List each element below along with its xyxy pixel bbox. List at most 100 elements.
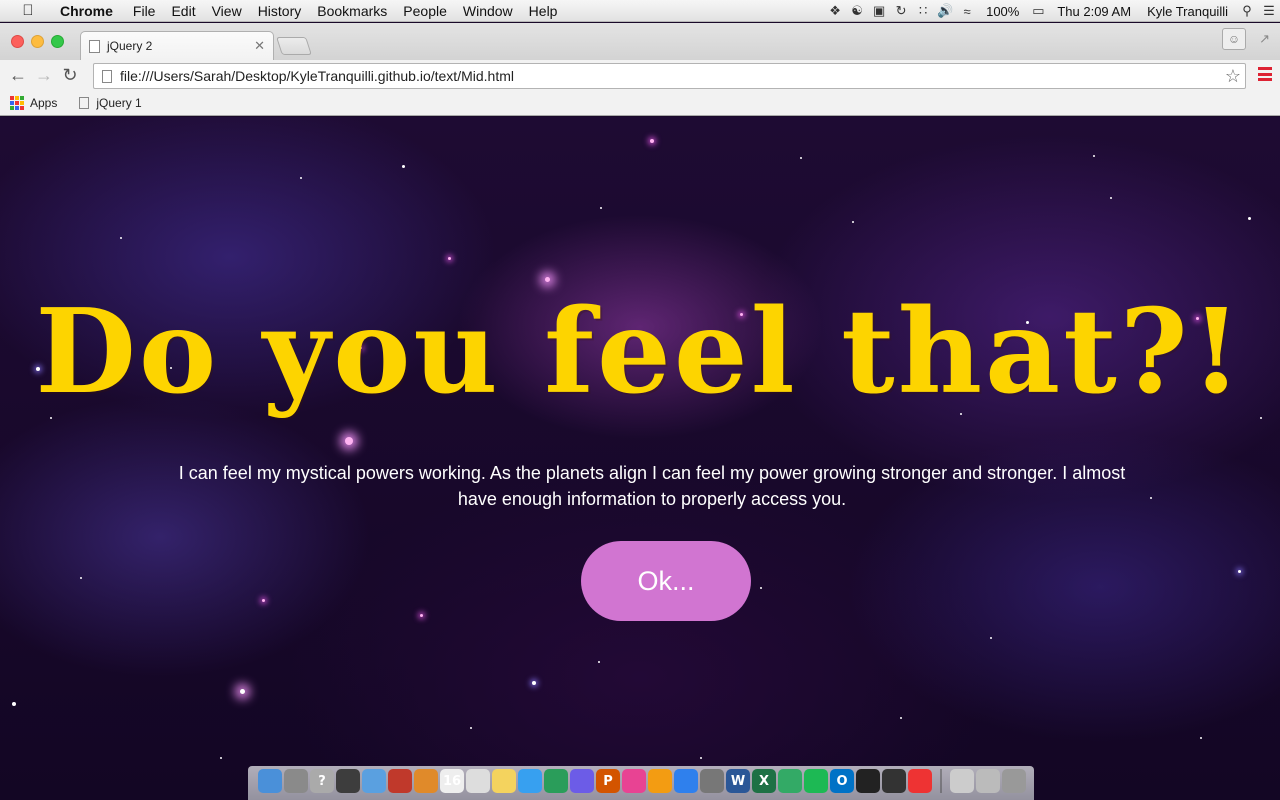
books-icon[interactable] [414,769,438,793]
launchpad-icon[interactable] [284,769,308,793]
page-icon [79,97,90,109]
downloads-icon[interactable] [976,769,1000,793]
bookmark-jquery-1[interactable]: jQuery 1 [73,96,157,110]
star-decoration [1200,737,1202,739]
menu-app-chrome[interactable]: Chrome [52,0,121,22]
itunes-icon[interactable] [622,769,646,793]
star-decoration [80,577,82,579]
battery-icon[interactable]: ▭ [1027,0,1049,22]
dock: ? 16 P W X O [258,766,1026,796]
wifi-icon[interactable]: ≈ [956,0,978,22]
window-minimize-button[interactable] [31,35,44,48]
dropbox-icon[interactable]: ❖ [824,0,846,22]
photobooth-icon[interactable] [388,769,412,793]
url-text[interactable]: file:///Users/Sarah/Desktop/KyleTranquil… [120,68,1225,84]
new-tab-button[interactable] [276,37,312,55]
bookmarks-bar: Apps jQuery 1 [0,91,1280,116]
photos-icon[interactable] [570,769,594,793]
preview-icon[interactable] [362,769,386,793]
app-store-icon[interactable] [674,769,698,793]
user-name[interactable]: Kyle Tranquilli [1139,4,1236,19]
creative-cloud-icon[interactable]: ☯ [846,0,868,22]
clock[interactable]: Thu 2:09 AM [1049,4,1139,19]
xquartz-icon[interactable] [778,769,802,793]
tab-close-icon[interactable]: ✕ [254,38,265,54]
time-machine-icon[interactable]: ↻ [890,0,912,22]
star-decoration [532,681,536,685]
menu-bookmarks[interactable]: Bookmarks [309,0,395,22]
chrome-icon[interactable] [908,769,932,793]
apple-menu-icon[interactable]:  [18,2,38,19]
forward-arrow-icon[interactable]: → [31,63,57,89]
page-icon [89,39,100,53]
calendar-icon[interactable]: 16 [440,769,464,793]
trash-icon[interactable] [1002,769,1026,793]
star-decoration [220,757,222,759]
star-decoration [1150,497,1152,499]
star-decoration [402,165,405,168]
fullscreen-icon[interactable]: ↗ [1259,31,1270,47]
system-preferences-icon[interactable] [700,769,724,793]
back-arrow-icon[interactable]: ← [5,63,31,89]
window-close-button[interactable] [11,35,24,48]
menu-help[interactable]: Help [521,0,566,22]
star-decoration [700,757,702,759]
notification-center-icon[interactable]: ☰ [1258,0,1280,22]
airplay-icon[interactable]: ▣ [868,0,890,22]
ok-button[interactable]: Ok... [581,541,751,621]
menu-window[interactable]: Window [455,0,521,22]
apps-grid-icon[interactable] [10,96,24,110]
star-decoration [470,727,472,729]
bookmark-star-icon[interactable]: ☆ [1225,66,1241,87]
star-decoration [120,237,122,239]
outlook-icon[interactable]: O [830,769,854,793]
star-decoration [240,689,245,694]
tab-title: jQuery 2 [107,39,153,53]
star-decoration [852,221,854,223]
star-decoration [1248,217,1251,220]
menu-edit[interactable]: Edit [163,0,203,22]
github-icon[interactable] [882,769,906,793]
star-decoration [1110,197,1112,199]
activity-monitor-icon[interactable] [336,769,360,793]
dock-separator [940,769,942,793]
tab-jquery-2[interactable]: jQuery 2 ✕ [80,31,274,60]
menu-people[interactable]: People [395,0,455,22]
menu-history[interactable]: History [250,0,310,22]
excel-icon[interactable]: X [752,769,776,793]
textedit-icon[interactable] [466,769,490,793]
star-decoration [420,614,423,617]
star-decoration [262,599,265,602]
page-viewport: Do you feel that?! I can feel my mystica… [0,117,1280,800]
bookmark-apps[interactable]: Apps [30,96,73,110]
ibooks-icon[interactable] [648,769,672,793]
bluetooth-icon[interactable]: ∷ [912,0,934,22]
chrome-menu-icon[interactable] [1258,67,1272,81]
volume-icon[interactable]: 🔊 [934,0,956,22]
stickies-icon[interactable] [492,769,516,793]
star-decoration [598,661,600,663]
documents-icon[interactable] [950,769,974,793]
messages-icon[interactable] [518,769,542,793]
spotify-icon[interactable] [804,769,828,793]
star-decoration [1093,155,1095,157]
star-decoration [900,717,902,719]
menu-file[interactable]: File [125,0,164,22]
help-icon[interactable]: ? [310,769,334,793]
finder-icon[interactable] [258,769,282,793]
reload-icon[interactable]: ↻ [57,63,83,89]
facetime-icon[interactable] [544,769,568,793]
star-decoration [300,177,302,179]
spotlight-search-icon[interactable]: ⚲ [1236,0,1258,22]
tab-strip: jQuery 2 ✕ ☺ ↗ [0,23,1280,60]
window-zoom-button[interactable] [51,35,64,48]
menu-view[interactable]: View [204,0,250,22]
battery-percent[interactable]: 100% [978,4,1027,19]
profile-icon[interactable]: ☺ [1222,28,1246,50]
address-bar[interactable]: file:///Users/Sarah/Desktop/KyleTranquil… [93,63,1246,89]
star-decoration [12,702,16,706]
toolbar: ← → ↻ file:///Users/Sarah/Desktop/KyleTr… [0,60,1280,91]
powerpoint-icon[interactable]: P [596,769,620,793]
stepper-icon[interactable] [856,769,880,793]
word-icon[interactable]: W [726,769,750,793]
